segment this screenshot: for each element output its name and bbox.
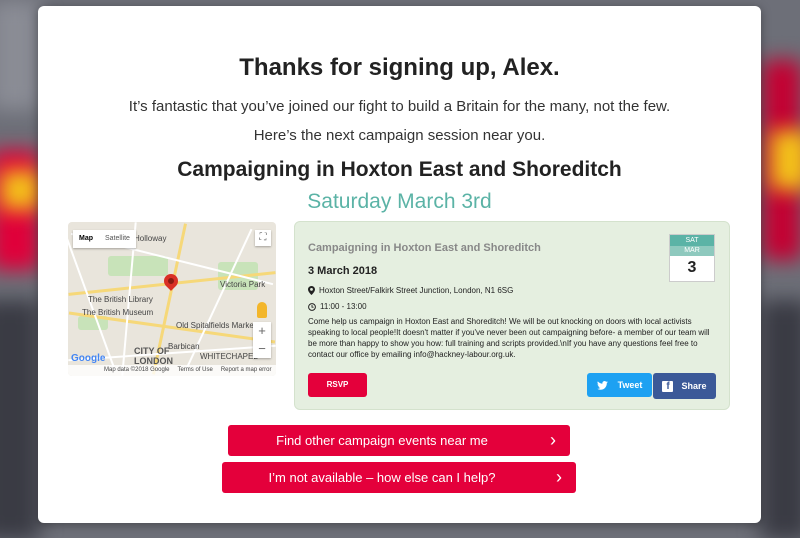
map-type-satellite[interactable]: Satellite — [99, 230, 136, 248]
event-description: Come help us campaign in Hoxton East and… — [308, 317, 710, 359]
calendar-month: MAR — [670, 246, 714, 256]
event-card-date: 3 March 2018 — [308, 265, 378, 277]
facebook-share-button[interactable]: f Share — [653, 373, 716, 399]
google-logo: Google — [71, 353, 106, 364]
event-card-title: Campaigning in Hoxton East and Shoreditc… — [308, 242, 541, 254]
event-time: 11:00 - 13:00 — [308, 302, 367, 311]
map-data-credit: Map data ©2018 Google — [104, 367, 170, 373]
tweet-label: Tweet — [617, 380, 643, 390]
chevron-right-icon: › — [550, 430, 556, 450]
event-location-text: Hoxton Street/Falkirk Street Junction, L… — [319, 286, 514, 295]
location-pin-icon — [308, 286, 315, 295]
fullscreen-icon[interactable]: ⛶ — [255, 230, 271, 246]
clock-icon — [308, 302, 316, 311]
report-error-link[interactable]: Report a map error — [221, 365, 272, 376]
share-label: Share — [681, 381, 707, 391]
twitter-icon — [596, 380, 608, 390]
tweet-button[interactable]: Tweet — [587, 373, 652, 397]
not-available-button[interactable]: I’m not available – how else can I help?… — [222, 462, 576, 493]
calendar-day: 3 — [687, 259, 697, 276]
terms-link[interactable]: Terms of Use — [177, 365, 212, 376]
map-label: Barbican — [168, 342, 200, 351]
calendar-badge: SAT MAR 3 — [669, 234, 715, 282]
street-view-icon[interactable] — [257, 302, 267, 318]
page-title: Thanks for signing up, Alex. — [239, 54, 560, 81]
map-label: The British Museum — [82, 308, 154, 317]
zoom-out-button[interactable]: − — [253, 340, 271, 358]
facebook-icon: f — [662, 380, 674, 392]
map-label: WHITECHAPEL — [200, 352, 258, 361]
find-events-button[interactable]: Find other campaign events near me › — [228, 425, 570, 456]
zoom-in-button[interactable]: + — [253, 322, 271, 340]
zoom-controls: + − — [253, 322, 271, 358]
signup-confirmation-modal: Thanks for signing up, Alex. It’s fantas… — [38, 6, 761, 523]
map-label-city: CITY OF — [134, 346, 170, 356]
event-location: Hoxton Street/Falkirk Street Junction, L… — [308, 286, 513, 295]
event-date-heading: Saturday March 3rd — [307, 190, 492, 213]
map-attribution: Map data ©2018 Google Terms of Use Repor… — [68, 365, 276, 376]
next-session-text: Here’s the next campaign session near yo… — [253, 127, 546, 144]
map-type-map[interactable]: Map — [73, 230, 99, 248]
chevron-right-icon: › — [556, 467, 562, 487]
map-label: Old Spitalfields Market — [176, 321, 257, 330]
not-available-label: I’m not available – how else can I help? — [268, 470, 496, 485]
map-label: Victoria Park — [220, 280, 266, 289]
event-heading: Campaigning in Hoxton East and Shoreditc… — [177, 158, 622, 181]
event-map[interactable]: Holloway Victoria Park The British Libra… — [68, 222, 276, 376]
intro-text: It’s fantastic that you’ve joined our fi… — [128, 98, 671, 115]
map-label: Holloway — [134, 234, 167, 243]
map-type-toggle: Map Satellite — [73, 230, 136, 248]
event-card: Campaigning in Hoxton East and Shoreditc… — [294, 221, 730, 410]
find-events-label: Find other campaign events near me — [276, 433, 488, 448]
event-time-text: 11:00 - 13:00 — [320, 302, 367, 311]
calendar-dow: SAT — [670, 235, 714, 246]
map-label: The British Library — [88, 295, 153, 304]
rsvp-button[interactable]: RSVP — [308, 373, 367, 397]
